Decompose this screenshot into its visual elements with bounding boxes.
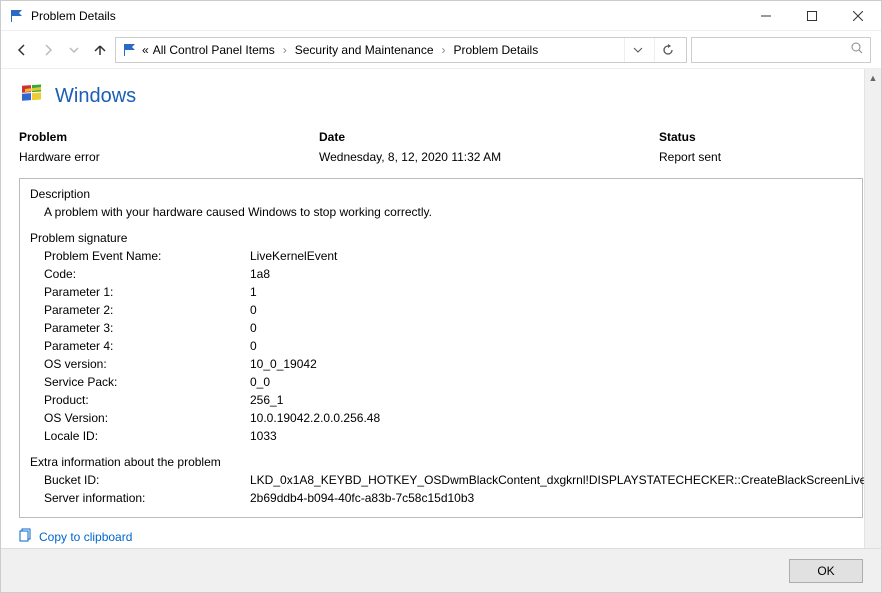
summary-grid: Problem Date Status Hardware error Wedne… — [19, 130, 863, 164]
signature-row: Problem Event Name:LiveKernelEvent — [30, 247, 852, 265]
minimize-button[interactable] — [743, 1, 789, 31]
breadcrumb-item[interactable]: Problem Details — [454, 43, 539, 57]
details-box: Description A problem with your hardware… — [19, 178, 863, 518]
signature-row: OS version:10_0_19042 — [30, 355, 852, 373]
refresh-button[interactable] — [654, 38, 680, 62]
flag-icon — [122, 42, 138, 58]
signature-value: 10_0_19042 — [250, 355, 852, 373]
extra-row: Server information:2b69ddb4-b094-40fc-a8… — [30, 489, 852, 507]
signature-value: 1 — [250, 283, 852, 301]
windows-flag-icon — [19, 81, 47, 112]
breadcrumb-item[interactable]: Security and Maintenance — [295, 43, 434, 57]
signature-value: 1a8 — [250, 265, 852, 283]
extra-row: Bucket ID:LKD_0x1A8_KEYBD_HOTKEY_OSDwmBl… — [30, 471, 852, 489]
status-value: Report sent — [659, 150, 863, 164]
signature-row: Service Pack:0_0 — [30, 373, 852, 391]
flag-icon — [9, 8, 25, 24]
extra-key: Server information: — [30, 489, 250, 507]
signature-value: 0 — [250, 319, 852, 337]
up-button[interactable] — [89, 39, 111, 61]
ok-button[interactable]: OK — [789, 559, 863, 583]
signature-value: 10.0.19042.2.0.0.256.48 — [250, 409, 852, 427]
signature-row: OS Version:10.0.19042.2.0.0.256.48 — [30, 409, 852, 427]
page-heading: Windows — [19, 81, 863, 112]
footer: OK — [1, 548, 881, 592]
signature-value: 0_0 — [250, 373, 852, 391]
address-bar[interactable]: « All Control Panel Items › Security and… — [115, 37, 687, 63]
content-area: Windows Problem Date Status Hardware err… — [1, 69, 881, 548]
signature-key: Locale ID: — [30, 427, 250, 445]
title-bar: Problem Details — [1, 1, 881, 31]
signature-key: Code: — [30, 265, 250, 283]
description-text: A problem with your hardware caused Wind… — [30, 203, 852, 221]
signature-value: LiveKernelEvent — [250, 247, 852, 265]
date-value: Wednesday, 8, 12, 2020 11:32 AM — [319, 150, 659, 164]
description-label: Description — [30, 185, 852, 203]
signature-key: Parameter 4: — [30, 337, 250, 355]
back-button[interactable] — [11, 39, 33, 61]
chevron-right-icon: › — [438, 43, 450, 57]
signature-key: Parameter 3: — [30, 319, 250, 337]
copy-icon — [19, 528, 33, 545]
signature-label: Problem signature — [30, 229, 852, 247]
signature-key: Parameter 1: — [30, 283, 250, 301]
nav-bar: « All Control Panel Items › Security and… — [1, 31, 881, 69]
copy-to-clipboard-link[interactable]: Copy to clipboard — [19, 528, 863, 545]
page-title: Windows — [55, 85, 136, 108]
scroll-up-icon[interactable]: ▲ — [865, 69, 881, 86]
col-header-date: Date — [319, 130, 659, 144]
window-title: Problem Details — [31, 9, 116, 23]
extra-key: Bucket ID: — [30, 471, 250, 489]
problem-value: Hardware error — [19, 150, 319, 164]
extra-value: LKD_0x1A8_KEYBD_HOTKEY_OSDwmBlackContent… — [250, 471, 881, 489]
signature-key: OS Version: — [30, 409, 250, 427]
chevron-right-icon: › — [279, 43, 291, 57]
signature-row: Product:256_1 — [30, 391, 852, 409]
signature-key: Product: — [30, 391, 250, 409]
signature-row: Locale ID:1033 — [30, 427, 852, 445]
vertical-scrollbar[interactable]: ▲ — [864, 69, 881, 548]
breadcrumb-prefix: « — [142, 43, 149, 57]
signature-row: Parameter 2:0 — [30, 301, 852, 319]
extra-value: 2b69ddb4-b094-40fc-a83b-7c58c15d10b3 — [250, 489, 852, 507]
signature-key: Problem Event Name: — [30, 247, 250, 265]
signature-row: Code:1a8 — [30, 265, 852, 283]
col-header-status: Status — [659, 130, 863, 144]
close-button[interactable] — [835, 1, 881, 31]
address-dropdown[interactable] — [624, 38, 650, 62]
signature-key: OS version: — [30, 355, 250, 373]
search-icon — [850, 41, 864, 58]
search-input[interactable] — [691, 37, 871, 63]
extra-label: Extra information about the problem — [30, 453, 852, 471]
signature-key: Service Pack: — [30, 373, 250, 391]
copy-label: Copy to clipboard — [39, 530, 132, 544]
maximize-button[interactable] — [789, 1, 835, 31]
signature-value: 1033 — [250, 427, 852, 445]
signature-value: 256_1 — [250, 391, 852, 409]
forward-button[interactable] — [37, 39, 59, 61]
breadcrumb-item[interactable]: All Control Panel Items — [153, 43, 275, 57]
signature-row: Parameter 4:0 — [30, 337, 852, 355]
signature-row: Parameter 1:1 — [30, 283, 852, 301]
signature-key: Parameter 2: — [30, 301, 250, 319]
recent-dropdown[interactable] — [63, 39, 85, 61]
col-header-problem: Problem — [19, 130, 319, 144]
signature-value: 0 — [250, 301, 852, 319]
signature-row: Parameter 3:0 — [30, 319, 852, 337]
signature-value: 0 — [250, 337, 852, 355]
